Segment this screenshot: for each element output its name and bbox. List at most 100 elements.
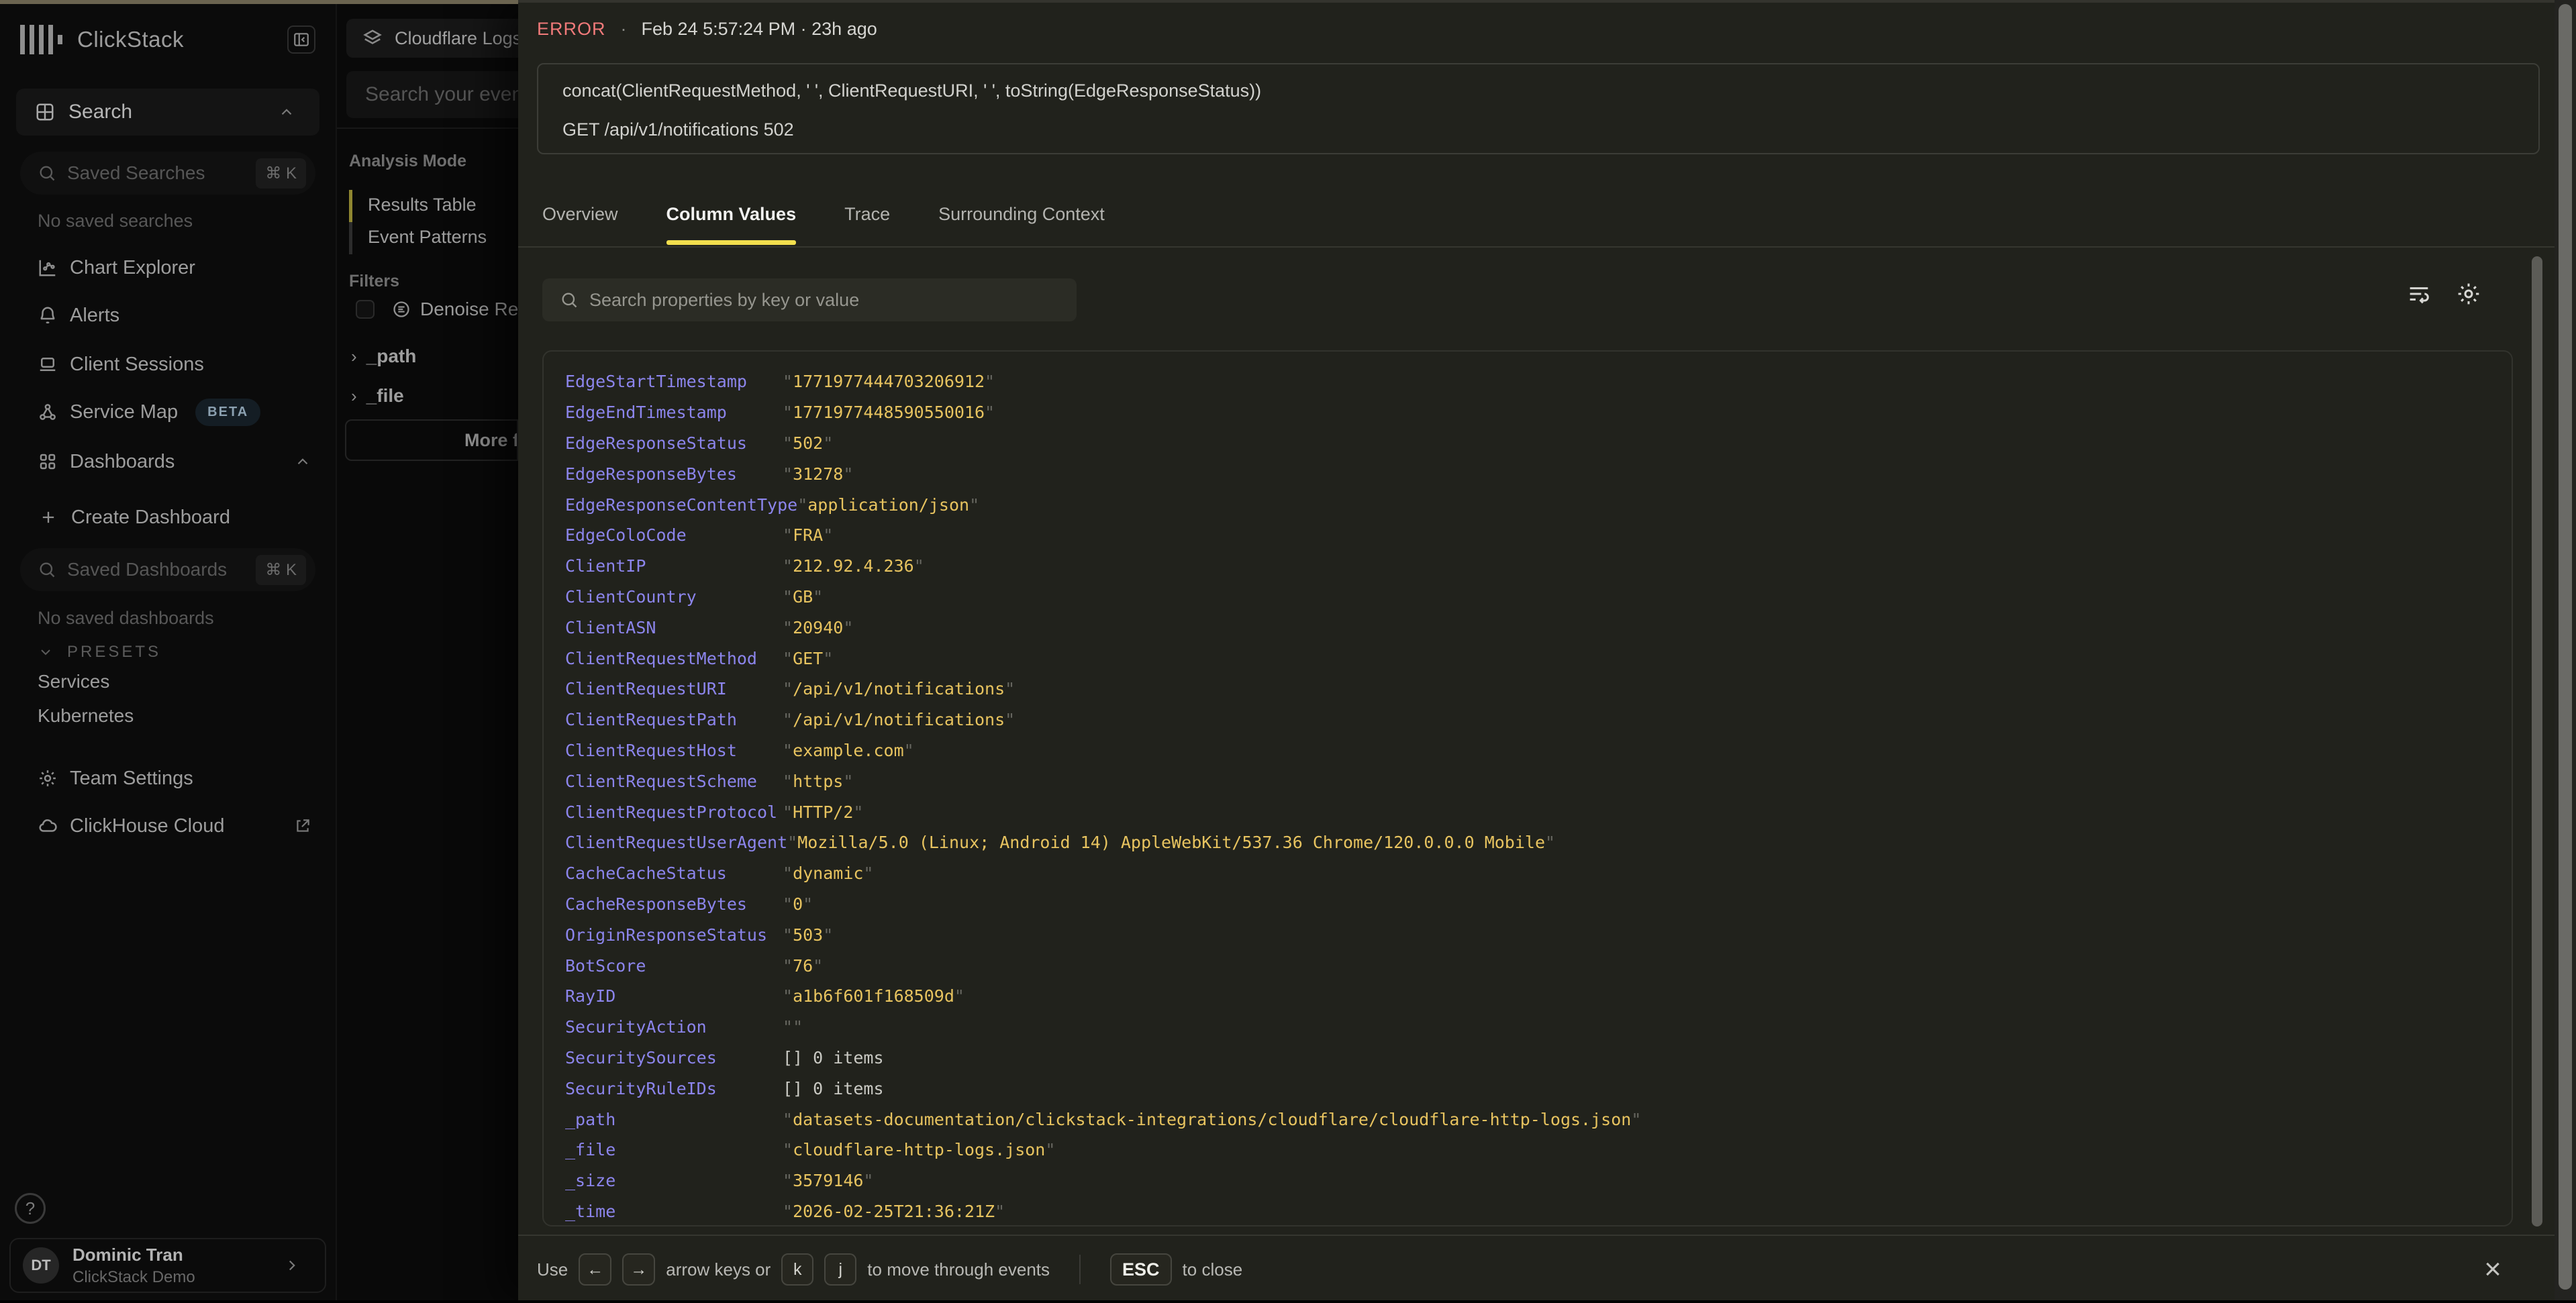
saved-dashboards-input[interactable]: ⌘ K	[20, 548, 315, 591]
preset-item[interactable]: Services	[38, 671, 109, 692]
property-row[interactable]: SecurityRuleIDs "[] 0 items"	[544, 1073, 2512, 1104]
presets-group[interactable]: PRESETS	[38, 636, 319, 668]
property-row[interactable]: ClientRequestHost "example.com"	[544, 735, 2512, 766]
user-menu[interactable]: DT Dominic Tran ClickStack Demo	[9, 1238, 326, 1293]
tab[interactable]: Overview	[542, 204, 618, 245]
property-row[interactable]: CacheResponseBytes "0"	[544, 889, 2512, 920]
property-value: "1771977444703206912"	[783, 372, 995, 391]
filter-group-path[interactable]: › _path	[351, 346, 416, 367]
sidebar-item-team-settings[interactable]: Team Settings	[0, 758, 336, 798]
help-button[interactable]: ?	[15, 1193, 46, 1224]
sidebar-item-clickhouse-cloud[interactable]: ClickHouse Cloud	[0, 806, 336, 846]
events-search-input[interactable]	[346, 71, 518, 118]
property-row[interactable]: EdgeResponseBytes "31278"	[544, 458, 2512, 489]
chart-explorer-icon	[38, 258, 58, 278]
search-section-icon	[35, 102, 55, 122]
denoise-filter[interactable]: Denoise Resu	[356, 299, 538, 320]
sidebar-item-dashboards[interactable]: Dashboards	[0, 441, 336, 482]
property-row[interactable]: EdgeEndTimestamp "1771977448590550016"	[544, 397, 2512, 428]
no-saved-dashboards-note: No saved dashboards	[38, 608, 214, 629]
property-key: CacheResponseBytes	[565, 894, 783, 914]
gear-icon[interactable]	[2455, 280, 2482, 307]
property-row[interactable]: CacheCacheStatus "dynamic"	[544, 858, 2512, 889]
saved-searches-input[interactable]: ⌘ K	[20, 152, 315, 195]
tab[interactable]: Surrounding Context	[938, 204, 1105, 245]
property-row[interactable]: ClientRequestUserAgent "Mozilla/5.0 (Lin…	[544, 827, 2512, 858]
wrap-lines-icon[interactable]	[2406, 280, 2432, 307]
property-row[interactable]: ClientRequestMethod "GET"	[544, 643, 2512, 674]
mode-event-patterns[interactable]: Event Patterns	[368, 227, 487, 248]
footer-text: arrow keys or	[666, 1259, 771, 1280]
properties-search[interactable]	[542, 278, 1077, 321]
laptop-icon	[38, 354, 58, 374]
chevron-up-icon[interactable]	[294, 453, 311, 470]
property-row[interactable]: RayID "a1b6f601f168509d"	[544, 981, 2512, 1012]
property-row[interactable]: OriginResponseStatus "503"	[544, 919, 2512, 950]
denoise-checkbox[interactable]	[356, 300, 375, 319]
property-row[interactable]: SecuritySources "[] 0 items"	[544, 1043, 2512, 1074]
property-value: "503"	[783, 925, 833, 945]
property-key: SecurityRuleIDs	[565, 1079, 783, 1098]
source-selector-button[interactable]: Cloudflare Logs	[346, 19, 518, 58]
property-row[interactable]: BotScore "76"	[544, 950, 2512, 981]
search-icon	[560, 291, 579, 309]
property-row[interactable]: ClientCountry "GB"	[544, 582, 2512, 613]
saved-searches-field[interactable]	[67, 162, 228, 184]
events-search-field[interactable]	[365, 83, 518, 106]
saved-dashboards-field[interactable]	[67, 559, 228, 580]
property-key: ClientRequestHost	[565, 741, 783, 760]
preset-item[interactable]: Kubernetes	[38, 705, 134, 727]
window-scrollbar-track[interactable]	[2555, 0, 2576, 1300]
sidebar-collapse-icon[interactable]	[287, 25, 315, 54]
cloud-icon	[38, 816, 58, 836]
property-key: ClientRequestMethod	[565, 649, 783, 668]
property-key: ClientRequestUserAgent	[565, 833, 787, 852]
property-value: "1771977448590550016"	[783, 403, 995, 422]
filter-group-file[interactable]: › _file	[351, 385, 404, 407]
active-mode-indicator	[349, 190, 352, 222]
property-row[interactable]: ClientRequestProtocol "HTTP/2"	[544, 796, 2512, 827]
k-key: k	[781, 1253, 813, 1286]
chevron-down-icon	[38, 644, 54, 660]
properties-search-field[interactable]	[589, 290, 1046, 311]
property-row[interactable]: EdgeStartTimestamp "1771977444703206912"	[544, 366, 2512, 397]
sidebar-item-search[interactable]: Search	[16, 89, 319, 136]
property-row[interactable]: _file "cloudflare-http-logs.json"	[544, 1135, 2512, 1165]
window-scrollbar-thumb[interactable]	[2559, 4, 2572, 1290]
property-row[interactable]: SecurityAction ""	[544, 1012, 2512, 1043]
property-row[interactable]: EdgeColoCode "FRA"	[544, 520, 2512, 551]
chevron-up-icon[interactable]	[278, 103, 295, 121]
tab[interactable]: Column Values	[666, 204, 797, 245]
sidebar-item-alerts[interactable]: Alerts	[0, 295, 336, 335]
properties-scrollbar[interactable]	[2532, 256, 2542, 1227]
property-row[interactable]: ClientRequestPath "/api/v1/notifications…	[544, 705, 2512, 735]
property-key: SecuritySources	[565, 1048, 783, 1067]
create-dashboard-button[interactable]: Create Dashboard	[0, 497, 336, 537]
close-icon[interactable]: ×	[2477, 1253, 2509, 1286]
property-row[interactable]: EdgeResponseStatus "502"	[544, 428, 2512, 459]
beta-badge: BETA	[195, 399, 260, 426]
property-value: "HTTP/2"	[783, 802, 863, 822]
property-row[interactable]: EdgeResponseContentType "application/jso…	[544, 489, 2512, 520]
property-row[interactable]: _size "3579146"	[544, 1165, 2512, 1196]
tab[interactable]: Trace	[844, 204, 890, 245]
more-filters-button[interactable]: More fil	[345, 419, 518, 461]
sidebar-item-client-sessions[interactable]: Client Sessions	[0, 344, 336, 384]
property-value: "application/json"	[797, 495, 979, 515]
property-row[interactable]: ClientASN "20940"	[544, 612, 2512, 643]
property-row[interactable]: ClientRequestScheme "https"	[544, 766, 2512, 796]
mode-results-table[interactable]: Results Table	[368, 195, 477, 215]
property-row[interactable]: ClientRequestURI "/api/v1/notifications"	[544, 674, 2512, 705]
detail-tabs: Overview Column Values Trace Surrounding…	[542, 204, 1105, 245]
property-row[interactable]: ClientIP "212.92.4.236"	[544, 551, 2512, 582]
property-row[interactable]: _time "2026-02-25T21:36:21Z"	[544, 1196, 2512, 1227]
plus-icon	[39, 508, 59, 527]
sidebar: ClickStack Search ⌘ K No saved searches …	[0, 0, 336, 1300]
user-org: ClickStack Demo	[72, 1268, 195, 1287]
property-row[interactable]: _path "datasets-documentation/clickstack…	[544, 1104, 2512, 1135]
event-message: GET /api/v1/notifications 502	[562, 119, 794, 140]
sidebar-item-chart-explorer[interactable]: Chart Explorer	[0, 248, 336, 288]
property-key: _path	[565, 1110, 783, 1129]
footer-text: to close	[1183, 1259, 1243, 1280]
sidebar-item-service-map[interactable]: Service Map BETA	[0, 392, 336, 432]
